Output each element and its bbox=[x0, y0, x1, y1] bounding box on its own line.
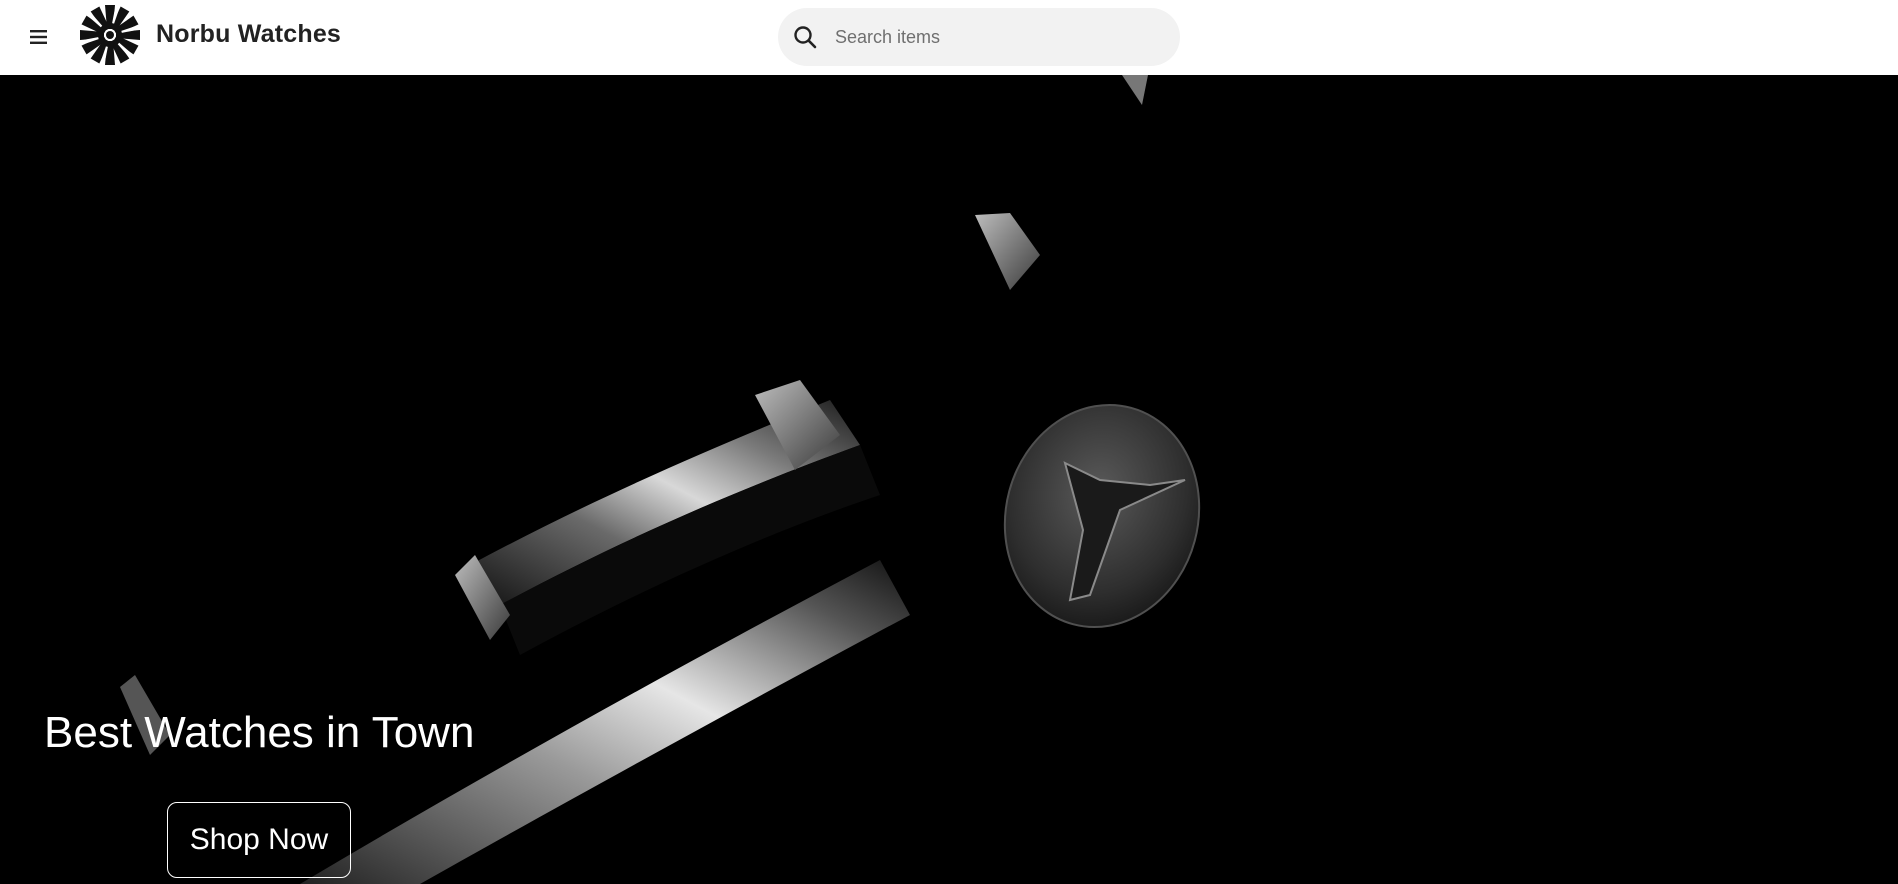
shop-now-button[interactable]: Shop Now bbox=[167, 802, 351, 878]
top-navigation-bar: Norbu Watches bbox=[0, 0, 1898, 75]
hero-background-image bbox=[120, 75, 1201, 884]
hero-banner: Best Watches in Town Shop Now bbox=[0, 75, 1898, 884]
search-bar[interactable] bbox=[778, 8, 1180, 66]
hero-headline: Best Watches in Town bbox=[44, 708, 475, 757]
hamburger-menu-icon[interactable] bbox=[26, 26, 52, 48]
starburst-logo-icon[interactable] bbox=[78, 3, 142, 67]
search-input[interactable] bbox=[835, 8, 1165, 66]
search-icon[interactable] bbox=[792, 24, 818, 50]
brand-name[interactable]: Norbu Watches bbox=[156, 20, 341, 49]
